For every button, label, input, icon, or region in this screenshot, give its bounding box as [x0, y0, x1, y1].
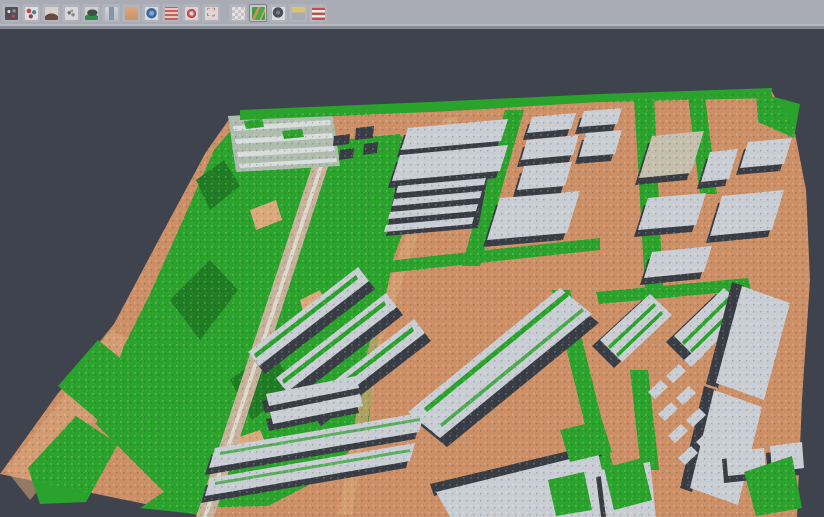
dem-layers-icon: [292, 7, 305, 20]
globe-3d-icon: [145, 7, 158, 20]
building-column-button[interactable]: [102, 4, 120, 22]
orthophoto-icon: [125, 7, 138, 20]
points-intensity-button[interactable]: [2, 4, 20, 22]
clip-box-icon: ⛶: [205, 7, 218, 20]
profile-stripes-icon: [165, 7, 178, 20]
target-circle-icon: [185, 7, 198, 20]
classification-map-button[interactable]: [249, 4, 267, 22]
terrain-brown-icon: [45, 7, 58, 20]
points-intensity-icon: [5, 7, 18, 20]
points-sparse-icon: [65, 7, 78, 20]
building-column-icon: [105, 7, 118, 20]
orthophoto-button[interactable]: [122, 4, 140, 22]
toolbar-separator: [222, 4, 227, 22]
shaded-sphere-icon: [272, 7, 285, 20]
point-cloud-scene: [0, 0, 824, 517]
contour-stripes-icon: [312, 7, 325, 20]
viewport-3d[interactable]: [0, 0, 824, 517]
terrain-brown-button[interactable]: [42, 4, 60, 22]
clip-box-button[interactable]: ⛶: [202, 4, 220, 22]
texture-checker-button[interactable]: [229, 4, 247, 22]
points-classified-button[interactable]: [22, 4, 40, 22]
classification-map-icon: [252, 7, 265, 20]
dem-layers-button[interactable]: [289, 4, 307, 22]
texture-checker-icon: [232, 7, 245, 20]
toolbar: ⛶: [0, 0, 824, 24]
shaded-sphere-button[interactable]: [269, 4, 287, 22]
profile-stripes-button[interactable]: [162, 4, 180, 22]
target-circle-button[interactable]: [182, 4, 200, 22]
terrain-vegetation-button[interactable]: [82, 4, 100, 22]
terrain-vegetation-icon: [85, 7, 98, 20]
points-sparse-button[interactable]: [62, 4, 80, 22]
point-noise-overlay: [0, 0, 824, 517]
globe-3d-button[interactable]: [142, 4, 160, 22]
toolbar-wrap: ⛶: [0, 0, 824, 29]
points-classified-icon: [25, 7, 38, 20]
contour-stripes-button[interactable]: [309, 4, 327, 22]
